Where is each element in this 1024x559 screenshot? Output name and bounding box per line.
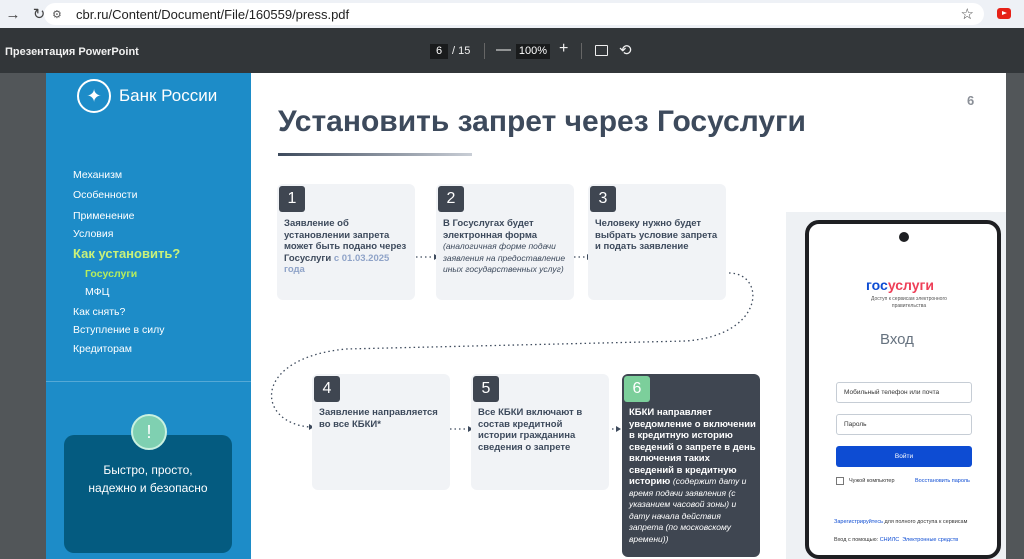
- register-rest: для полного доступа к сервисам: [882, 519, 968, 525]
- step-number: 6: [624, 376, 650, 402]
- step-number: 1: [279, 186, 305, 212]
- gosuslugi-logo: госуслуги: [866, 277, 934, 293]
- pdf-viewer[interactable]: ✦ Банк России Механизм Особенности Приме…: [0, 73, 1024, 559]
- step-text: Заявление направляется во все КБКИ*: [319, 407, 438, 430]
- foreign-computer-label: Чужой компьютер: [849, 478, 895, 484]
- alt-login-snils: СНИЛС: [879, 537, 900, 543]
- zoom-level-input[interactable]: 100%: [516, 44, 550, 59]
- camera-icon: [899, 232, 909, 242]
- gosuslugi-subtitle: Доступ к сервисам электронного правитель…: [871, 296, 947, 309]
- bookmark-star-icon[interactable]: ☆: [961, 5, 974, 23]
- viewer-scrollbar[interactable]: [1016, 73, 1024, 559]
- alt-login-prefix: Вход с помощью:: [834, 537, 880, 543]
- step-description: В Госуслугах будет электронная форма: [443, 218, 538, 241]
- step-text: Все КБКИ включают в состав кредитной ист…: [478, 407, 583, 453]
- toolbar-divider: [581, 43, 582, 59]
- step-number: 3: [590, 186, 616, 212]
- page-total: / 15: [452, 45, 471, 57]
- step-text: Человеку нужно будет выбрать условие зап…: [595, 218, 718, 252]
- login-title: Вход: [880, 331, 914, 348]
- gosuslugi-logo-part: услуги: [887, 277, 934, 293]
- password-field: Пароль: [836, 414, 972, 435]
- zoom-out-button[interactable]: —: [496, 41, 511, 58]
- rotate-icon[interactable]: ⟲: [619, 41, 632, 59]
- page-number-input[interactable]: 6: [430, 44, 448, 59]
- step-description: КБКИ направляет уведомление о включении …: [629, 407, 756, 487]
- url-field[interactable]: ⚙ cbr.ru/Content/Document/File/160559/pr…: [44, 3, 984, 25]
- step-number: 2: [438, 186, 464, 212]
- restore-password-link: Восстановить пароль: [915, 478, 970, 484]
- url-text: cbr.ru/Content/Document/File/160559/pres…: [76, 6, 350, 22]
- toolbar-divider: [484, 43, 485, 59]
- forward-icon[interactable]: →: [0, 0, 26, 28]
- step-number: 5: [473, 376, 499, 402]
- step-text: КБКИ направляет уведомление о включении …: [629, 407, 757, 545]
- step-text: В Госуслугах будет электронная форма (ан…: [443, 218, 571, 276]
- gosuslugi-logo-part: гос: [866, 277, 888, 293]
- foreign-computer-checkbox: [836, 477, 844, 485]
- site-settings-icon[interactable]: ⚙: [52, 7, 70, 21]
- register-text: Зарегистрируйтесь для полного доступа к …: [834, 519, 967, 525]
- alt-login-es: Электронные средств: [902, 537, 959, 543]
- register-link: Зарегистрируйтесь: [834, 519, 883, 525]
- browser-address-bar: → ↻ ⚙ cbr.ru/Content/Document/File/16055…: [0, 0, 1024, 28]
- arrow-head: [616, 426, 621, 432]
- pdf-toolbar: Презентация PowerPoint 6 / 15 — 100% + ⟲: [0, 28, 1024, 73]
- step-note: (аналогичная форме подачи заявления на п…: [443, 241, 566, 274]
- pdf-page: ✦ Банк России Механизм Особенности Приме…: [46, 73, 1006, 559]
- alt-login-text: Вход с помощью: СНИЛС Электронные средст…: [834, 537, 958, 543]
- youtube-extension-icon[interactable]: [997, 8, 1011, 19]
- phone-email-field: Мобильный телефон или почта: [836, 382, 972, 403]
- step-number: 4: [314, 376, 340, 402]
- document-title: Презентация PowerPoint: [5, 46, 139, 58]
- zoom-in-button[interactable]: +: [559, 40, 568, 58]
- login-button: Войти: [836, 446, 972, 467]
- step-text: Заявление об установлении запрета может …: [284, 218, 410, 276]
- fit-page-icon[interactable]: [595, 45, 608, 56]
